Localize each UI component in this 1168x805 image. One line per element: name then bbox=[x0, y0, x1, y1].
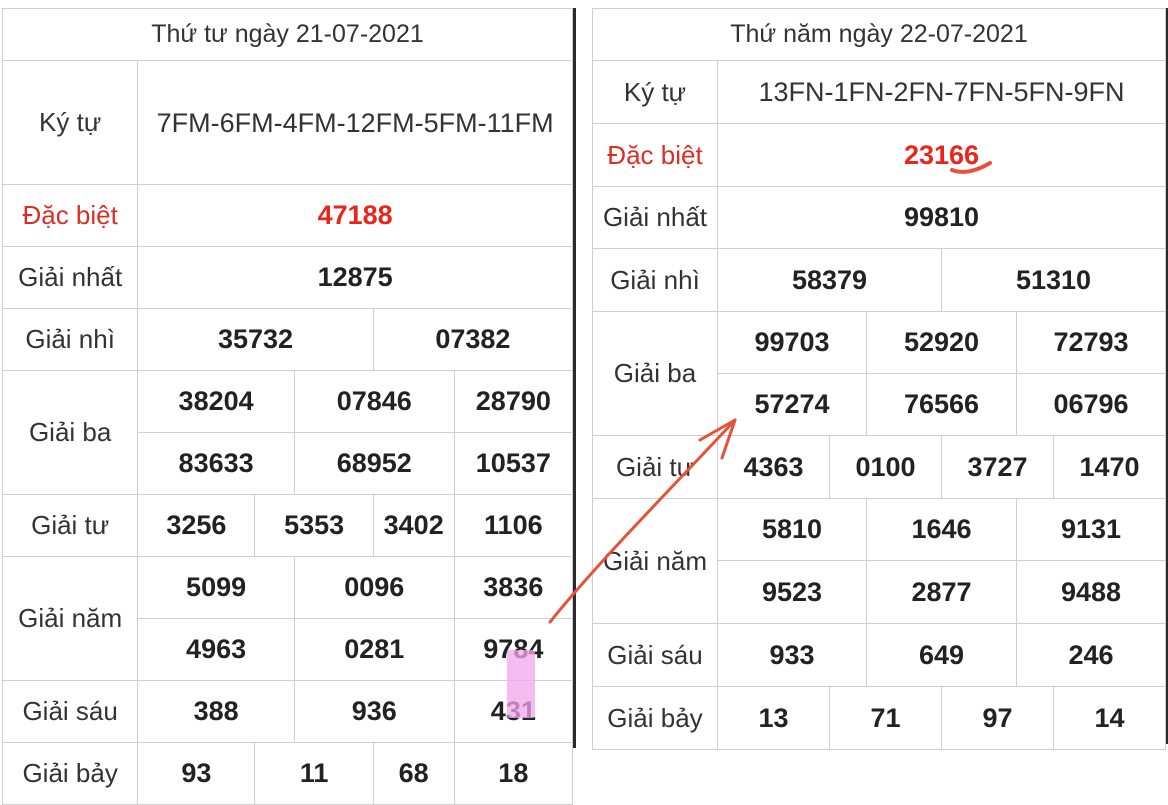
left-sixth-label: Giải sáu bbox=[1, 680, 139, 743]
left-fifth-label: Giải năm bbox=[1, 556, 139, 681]
left-sixth-value-2: 936 bbox=[293, 680, 455, 743]
right-sixth-value-3: 246 bbox=[1016, 623, 1166, 687]
right-third-value-6: 06796 bbox=[1016, 373, 1166, 436]
right-sixth-label: Giải sáu bbox=[592, 623, 718, 687]
left-seventh-value-3: 68 bbox=[372, 742, 455, 805]
right-fifth-label: Giải năm bbox=[592, 498, 718, 624]
left-second-value-1: 35732 bbox=[137, 308, 374, 371]
right-sixth-value-2: 649 bbox=[866, 623, 1017, 687]
left-special-label: Đặc biệt bbox=[1, 184, 139, 247]
right-third-value-2: 52920 bbox=[866, 311, 1017, 374]
left-third-value-5: 68952 bbox=[293, 432, 455, 495]
right-fifth-value-3: 9131 bbox=[1016, 498, 1166, 561]
right-fourth-value-4: 1470 bbox=[1053, 435, 1166, 499]
right-third-label: Giải ba bbox=[592, 311, 718, 436]
left-fourth-value-4: 1106 bbox=[453, 494, 574, 557]
right-second-value-1: 58379 bbox=[717, 248, 942, 312]
left-fifth-value-3: 3836 bbox=[453, 556, 574, 619]
left-fourth-value-1: 3256 bbox=[137, 494, 256, 557]
left-second-value-2: 07382 bbox=[372, 308, 574, 371]
right-results-table: Thứ năm ngày 22-07-2021 Ký tự 13FN-1FN-2… bbox=[592, 8, 1166, 750]
right-seventh-label: Giải bảy bbox=[592, 686, 718, 750]
right-fifth-value-4: 9523 bbox=[717, 560, 867, 624]
right-seventh-value-1: 13 bbox=[717, 686, 830, 750]
right-fifth-value-6: 9488 bbox=[1016, 560, 1166, 624]
right-third-value-5: 76566 bbox=[866, 373, 1017, 436]
left-seventh-value-2: 11 bbox=[254, 742, 374, 805]
left-results-table: Thứ tư ngày 21-07-2021 Ký tự 7FM-6FM-4FM… bbox=[1, 8, 574, 805]
left-third-value-2: 07846 bbox=[293, 370, 455, 433]
left-sixth-value-3: 431 bbox=[453, 680, 574, 743]
left-second-label: Giải nhì bbox=[1, 308, 139, 371]
right-first-label: Giải nhất bbox=[592, 186, 718, 249]
left-kytu-label: Ký tự bbox=[1, 60, 139, 185]
right-fifth-value-5: 2877 bbox=[866, 560, 1017, 624]
left-third-value-4: 83633 bbox=[137, 432, 295, 495]
right-kytu-value: 13FN-1FN-2FN-7FN-5FN-9FN bbox=[717, 60, 1166, 124]
left-third-value-3: 28790 bbox=[453, 370, 574, 433]
left-fifth-value-1: 5099 bbox=[137, 556, 295, 619]
right-fourth-value-2: 0100 bbox=[829, 435, 942, 499]
right-third-value-1: 99703 bbox=[717, 311, 867, 374]
left-fifth-value-6: 9784 bbox=[453, 618, 574, 681]
left-seventh-value-4: 18 bbox=[453, 742, 574, 805]
left-seventh-label: Giải bảy bbox=[1, 742, 139, 805]
results-table-2021-07-22: Thứ năm ngày 22-07-2021 Ký tự 13FN-1FN-2… bbox=[592, 8, 1168, 750]
left-fourth-value-2: 5353 bbox=[254, 494, 374, 557]
right-special-label: Đặc biệt bbox=[592, 123, 718, 187]
right-second-label: Giải nhì bbox=[592, 248, 718, 312]
right-fourth-label: Giải tư bbox=[592, 435, 718, 499]
right-fourth-value-3: 3727 bbox=[941, 435, 1054, 499]
right-second-value-2: 51310 bbox=[941, 248, 1166, 312]
left-fifth-value-5: 0281 bbox=[293, 618, 455, 681]
left-title: Thứ tư ngày 21-07-2021 bbox=[2, 8, 573, 61]
right-fifth-value-2: 1646 bbox=[866, 498, 1017, 561]
left-third-value-6: 10537 bbox=[453, 432, 574, 495]
left-fourth-value-3: 3402 bbox=[372, 494, 455, 557]
left-sixth-value-1: 388 bbox=[137, 680, 295, 743]
left-fifth-value-4: 4963 bbox=[137, 618, 295, 681]
left-kytu-value: 7FM-6FM-4FM-12FM-5FM-11FM bbox=[137, 60, 573, 185]
left-fifth-value-2: 0096 bbox=[293, 556, 455, 619]
right-fifth-value-1: 5810 bbox=[717, 498, 867, 561]
right-title: Thứ năm ngày 22-07-2021 bbox=[592, 8, 1166, 61]
right-seventh-value-3: 97 bbox=[941, 686, 1054, 750]
right-first-value: 99810 bbox=[717, 186, 1166, 249]
left-third-value-1: 38204 bbox=[137, 370, 295, 433]
left-fourth-label: Giải tư bbox=[1, 494, 139, 557]
left-first-label: Giải nhất bbox=[1, 246, 139, 309]
left-seventh-value-1: 93 bbox=[137, 742, 256, 805]
left-third-label: Giải ba bbox=[1, 370, 139, 495]
left-first-value: 12875 bbox=[137, 246, 573, 309]
right-special-value: 23166 bbox=[717, 123, 1166, 187]
results-table-2021-07-21: Thứ tư ngày 21-07-2021 Ký tự 7FM-6FM-4FM… bbox=[1, 8, 576, 805]
right-sixth-value-1: 933 bbox=[717, 623, 867, 687]
left-special-value: 47188 bbox=[137, 184, 573, 247]
right-third-value-4: 57274 bbox=[717, 373, 867, 436]
right-third-value-3: 72793 bbox=[1016, 311, 1166, 374]
right-seventh-value-4: 14 bbox=[1053, 686, 1166, 750]
right-kytu-label: Ký tự bbox=[592, 60, 718, 124]
right-fourth-value-1: 4363 bbox=[717, 435, 830, 499]
right-seventh-value-2: 71 bbox=[829, 686, 942, 750]
